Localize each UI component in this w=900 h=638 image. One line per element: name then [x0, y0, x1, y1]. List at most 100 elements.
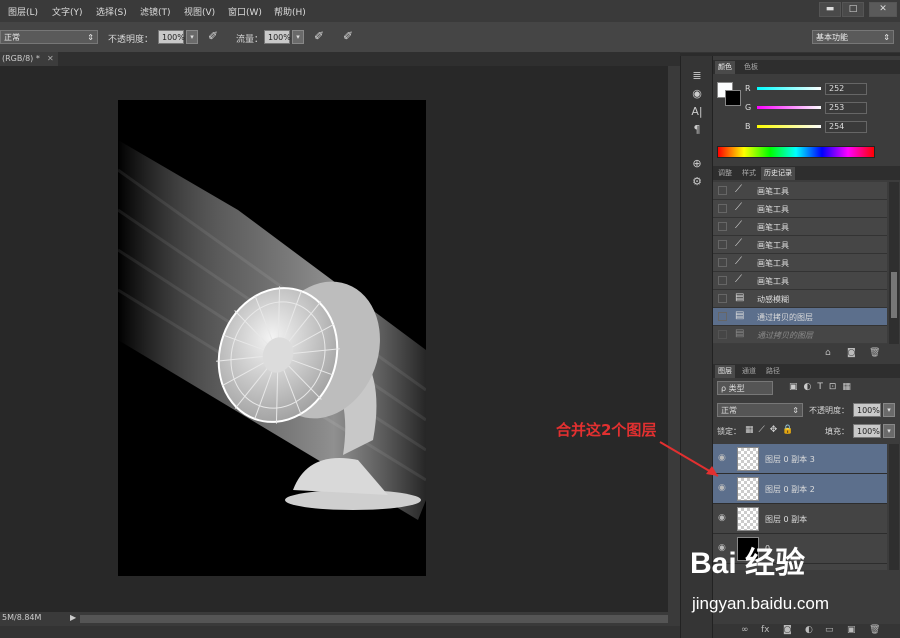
mode-select[interactable]: 正常 ⇕ [0, 30, 98, 44]
history-item-label: 画笔工具 [757, 223, 789, 232]
tab-styles[interactable]: 样式 [739, 167, 759, 180]
history-item-label: 画笔工具 [757, 241, 789, 250]
fill-dropdown-icon[interactable]: ▾ [883, 424, 895, 438]
flow-dropdown-icon[interactable]: ▾ [292, 30, 304, 44]
brush-settings-icon[interactable]: ≣ [687, 68, 707, 84]
layer-filter-select[interactable]: ρ 类型 [717, 381, 773, 395]
r-value[interactable]: 252 [825, 83, 867, 95]
menu-layer[interactable]: 图层(L) [8, 5, 38, 18]
status-menu-icon[interactable]: ▶ [70, 613, 76, 622]
history-item-label: 动感模糊 [757, 295, 789, 304]
history-checkbox[interactable] [718, 222, 727, 231]
paragraph-icon[interactable]: ¶ [687, 122, 707, 138]
airbrush-icon[interactable]: ✐ [314, 29, 324, 43]
menu-filter[interactable]: 滤镜(T) [140, 5, 171, 18]
history-item[interactable]: ⟋ 画笔工具 [713, 182, 887, 200]
layer-row[interactable]: ◉ 图层 0 副本 2 [713, 474, 887, 504]
history-checkbox[interactable] [718, 294, 727, 303]
brush-presets-icon[interactable]: ◉ [687, 86, 707, 102]
flow-field[interactable]: 100% [264, 30, 291, 44]
tab-adjustments[interactable]: 调整 [715, 167, 735, 180]
tab-layers[interactable]: 图层 [715, 365, 735, 378]
tab-color[interactable]: 颜色 [715, 61, 735, 74]
history-checkbox[interactable] [718, 330, 727, 339]
blend-mode-select[interactable]: 正常 ⇕ [717, 403, 803, 417]
history-checkbox[interactable] [718, 204, 727, 213]
g-label: G [745, 103, 752, 112]
lock-icons[interactable]: ▦⟋✥🔒 [745, 425, 799, 435]
history-checkbox[interactable] [718, 240, 727, 249]
history-item[interactable]: ⟋ 画笔工具 [713, 254, 887, 272]
fill-field[interactable]: 100% [853, 424, 881, 438]
history-checkbox[interactable] [718, 186, 727, 195]
layer-thumbnail [737, 447, 759, 471]
brush-icon: ⟋ [735, 220, 742, 231]
layer-row[interactable]: ◉ 图层 0 副本 3 [713, 444, 887, 474]
history-scrollbar[interactable] [889, 182, 899, 344]
menu-select[interactable]: 选择(S) [96, 5, 127, 18]
document-canvas[interactable] [118, 100, 426, 576]
layer-filter-icons[interactable]: ▣◐T⊡▦ [789, 382, 857, 392]
b-value[interactable]: 254 [825, 121, 867, 133]
history-item[interactable]: ⟋ 画笔工具 [713, 200, 887, 218]
snapshot-icon[interactable]: ⌂ [825, 348, 831, 358]
opacity-dropdown-icon[interactable]: ▾ [883, 403, 895, 417]
menu-type[interactable]: 文字(Y) [52, 5, 83, 18]
document-tab[interactable]: (RGB/8) * ✕ [0, 52, 58, 66]
history-scroll-thumb[interactable] [891, 272, 897, 318]
history-item[interactable]: ⟋ 画笔工具 [713, 236, 887, 254]
layer-opacity-field[interactable]: 100% [853, 403, 881, 417]
watermark: Bai 经验 jingyan.baidu.com [690, 538, 900, 628]
minimize-button[interactable]: ▬ [819, 2, 841, 17]
history-item[interactable]: ⟋ 画笔工具 [713, 218, 887, 236]
menu-window[interactable]: 窗口(W) [228, 5, 262, 18]
color-spectrum-bar[interactable] [717, 146, 875, 158]
background-color-swatch[interactable] [725, 90, 741, 106]
menu-view[interactable]: 视图(V) [184, 5, 215, 18]
r-slider[interactable] [757, 87, 821, 90]
maximize-button[interactable]: □ [842, 2, 864, 17]
workspace-select[interactable]: 基本功能 ⇕ [812, 30, 894, 44]
filter-icon: ▤ [735, 292, 745, 303]
trash-icon[interactable]: 🗑 [869, 348, 880, 358]
document-tab-bar [0, 52, 680, 66]
opacity-dropdown-icon[interactable]: ▾ [186, 30, 198, 44]
layer-icon: ▤ [735, 328, 745, 339]
fan-image [118, 140, 426, 520]
tab-paths[interactable]: 路径 [763, 365, 783, 378]
history-item[interactable]: ▤ 动感模糊 [713, 290, 887, 308]
history-item-selected[interactable]: ▤ 通过拷贝的图层 [713, 308, 887, 326]
tool-presets-icon[interactable]: ⚙ [687, 174, 707, 190]
history-checkbox[interactable] [718, 276, 727, 285]
close-button[interactable]: ✕ [869, 2, 897, 17]
brush-icon: ⟋ [735, 256, 742, 267]
clone-source-icon[interactable]: ⊕ [687, 156, 707, 172]
opacity-field[interactable]: 100% [158, 30, 185, 44]
history-checkbox[interactable] [718, 312, 727, 321]
layer-row[interactable]: ◉ 图层 0 副本 [713, 504, 887, 534]
layers-panel-tabs: 图层 通道 路径 [713, 364, 900, 378]
tab-swatches[interactable]: 色板 [741, 61, 761, 74]
pressure-opacity-icon[interactable]: ✐ [208, 29, 218, 43]
history-item-label: 通过拷贝的图层 [757, 313, 813, 322]
history-item[interactable]: ▤ 通过拷贝的图层 [713, 326, 887, 344]
pressure-size-icon[interactable]: ✐ [343, 29, 353, 43]
g-slider[interactable] [757, 106, 821, 109]
b-slider[interactable] [757, 125, 821, 128]
g-value[interactable]: 253 [825, 102, 867, 114]
history-item-label: 画笔工具 [757, 187, 789, 196]
horizontal-scrollbar[interactable] [80, 615, 668, 623]
vertical-scrollbar[interactable] [668, 66, 680, 614]
history-item[interactable]: ⟋ 画笔工具 [713, 272, 887, 290]
history-list: ⟋ 画笔工具 ⟋ 画笔工具 ⟋ 画笔工具 ⟋ 画笔工具 ⟋ 画笔工具 ⟋ 画笔工具 ▤ 动感模… [713, 182, 887, 344]
history-checkbox[interactable] [718, 258, 727, 267]
eye-icon[interactable]: ◉ [718, 513, 726, 523]
close-icon[interactable]: ✕ [47, 52, 54, 66]
camera-icon[interactable]: ◙ [847, 348, 856, 358]
tab-history[interactable]: 历史记录 [761, 167, 795, 180]
color-panel-tabs: 颜色 色板 [713, 60, 900, 74]
character-icon[interactable]: A| [687, 104, 707, 120]
tab-channels[interactable]: 通道 [739, 365, 759, 378]
bottom-strip [0, 626, 680, 638]
menu-help[interactable]: 帮助(H) [274, 5, 306, 18]
